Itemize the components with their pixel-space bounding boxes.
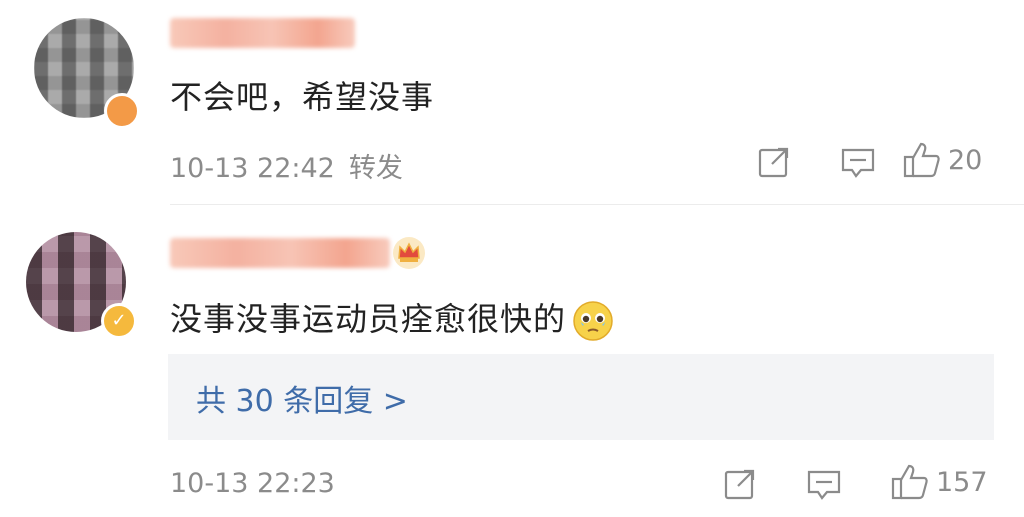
comment-2-text: 没事没事运动员痊愈很快的 <box>170 294 614 342</box>
comment-2-text-content: 没事没事运动员痊愈很快的 <box>170 300 567 338</box>
comment-2-like-count: 157 <box>936 466 988 498</box>
comment-icon <box>841 148 875 178</box>
comment-icon <box>807 470 841 500</box>
comment-1-like-count: 20 <box>948 144 983 176</box>
replies-count-link[interactable]: 共 30 条回复 > <box>196 376 408 420</box>
comment-divider <box>170 204 1024 205</box>
share-icon <box>724 469 755 500</box>
comment-1-avatar-badge <box>104 93 140 129</box>
verified-badge-icon: ✓ <box>101 303 137 339</box>
comment-2-username-blurred[interactable] <box>170 238 390 268</box>
comment-2-reply-button[interactable] <box>806 468 842 502</box>
replies-expander[interactable]: 共 30 条回复 > <box>168 354 994 440</box>
thumbs-up-icon <box>903 142 940 178</box>
comment-1-meta: 10-13 22:42 转发 <box>170 146 403 185</box>
comment-1-text: 不会吧，希望没事 <box>170 78 435 116</box>
comment-1-like-button[interactable]: 20 <box>902 140 982 180</box>
comment-2-meta: 10-13 22:23 <box>170 468 335 499</box>
comment-2-share-button[interactable] <box>722 466 758 502</box>
comment-1-time: 10-13 22:42 <box>170 153 335 184</box>
comment-1-repost-link[interactable]: 转发 <box>349 153 403 184</box>
thumbs-up-icon <box>891 464 928 500</box>
comment-2-time: 10-13 22:23 <box>170 468 335 499</box>
comment-1-share-button[interactable] <box>756 144 792 180</box>
share-icon <box>758 147 789 178</box>
teary-face-emoji-icon <box>573 301 613 341</box>
crown-icon <box>393 237 425 269</box>
comment-1-reply-button[interactable] <box>840 146 876 180</box>
comment-1-username-blurred[interactable] <box>170 18 355 48</box>
comment-2-like-button[interactable]: 157 <box>890 462 988 502</box>
